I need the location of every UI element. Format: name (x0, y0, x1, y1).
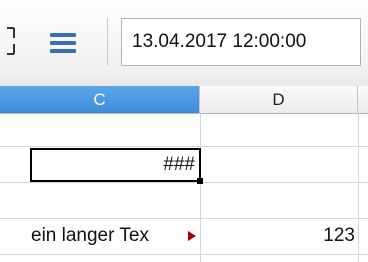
text-overflow-arrow-icon (188, 231, 196, 241)
active-cell-value: ### (163, 154, 195, 175)
function-wizard-button[interactable] (44, 24, 84, 60)
column-header-e[interactable] (358, 86, 368, 114)
formula-toolbar: 13.04.2017 12:00:00 (0, 0, 368, 87)
column-header-d[interactable]: D (200, 86, 358, 114)
number-cell[interactable]: 123 (201, 219, 357, 253)
function-wizard-icon (50, 33, 76, 37)
column-header-c[interactable]: C (0, 86, 200, 114)
fill-handle-icon[interactable] (197, 178, 203, 184)
toolbar-fragment-icon (7, 27, 15, 55)
active-cell[interactable]: ### (30, 148, 203, 184)
text-cell[interactable]: ein langer Tex (31, 219, 196, 253)
toolbar-separator (107, 18, 108, 66)
formula-input[interactable]: 13.04.2017 12:00:00 (121, 18, 361, 66)
spreadsheet-grid[interactable]: ### ein langer Tex 123 (0, 114, 368, 262)
